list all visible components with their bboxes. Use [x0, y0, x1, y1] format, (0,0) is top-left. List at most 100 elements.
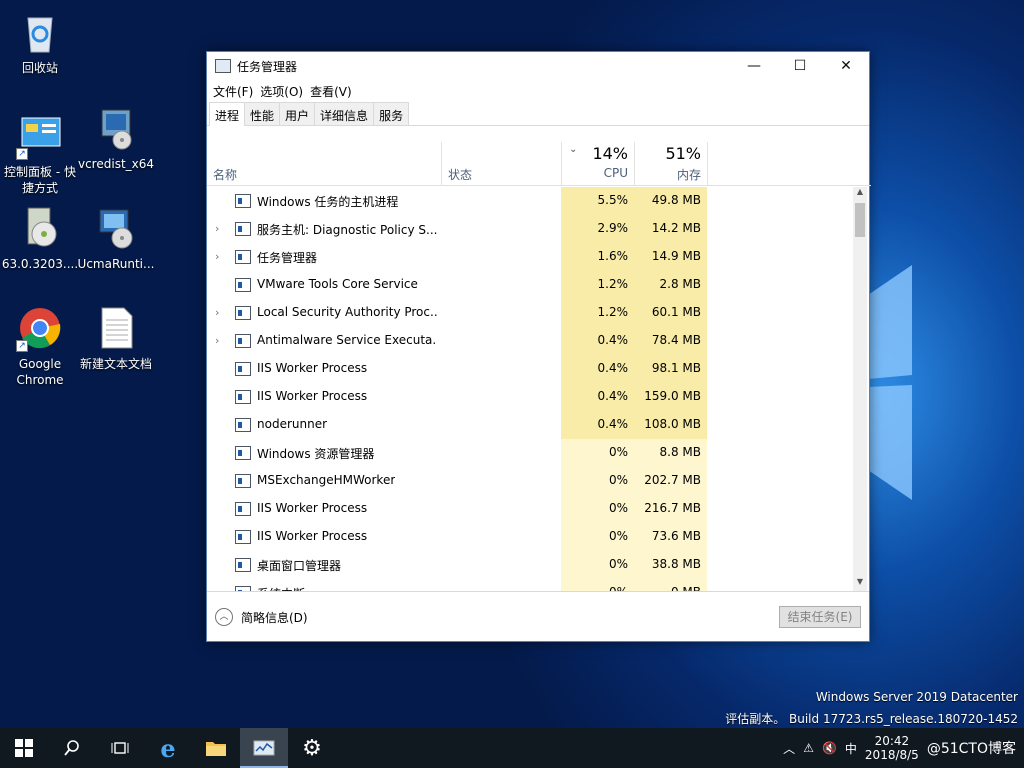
recycle-bin-icon[interactable]: 回收站	[0, 8, 80, 76]
menu-view[interactable]: 查看(V)	[310, 83, 359, 100]
ime-indicator[interactable]: 中	[845, 740, 857, 757]
menu-options[interactable]: 选项(O)	[260, 83, 310, 100]
process-name: noderunner	[257, 417, 328, 431]
fewer-details-button[interactable]: ︿ 简略信息(D)	[215, 608, 308, 626]
task-manager-icon	[253, 740, 275, 756]
process-icon	[235, 446, 251, 460]
process-row[interactable]: noderunner 0.4% 108.0 MB	[207, 411, 857, 439]
process-row[interactable]: IIS Worker Process 0% 216.7 MB	[207, 495, 857, 523]
process-row[interactable]: 桌面窗口管理器 0% 38.8 MB	[207, 551, 857, 579]
tab-users[interactable]: 用户	[279, 102, 316, 125]
scroll-down-icon[interactable]: ▼	[853, 577, 867, 591]
gear-icon: ⚙	[302, 735, 322, 761]
process-row[interactable]: › Antimalware Service Executa... 0.4% 78.4 …	[207, 327, 857, 355]
process-memory: 98.1 MB	[634, 355, 707, 383]
process-cpu: 2.9%	[561, 215, 634, 243]
process-cpu: 1.2%	[561, 299, 634, 327]
control-panel-shortcut[interactable]: ↗ 控制面板 - 快捷方式	[0, 112, 80, 196]
process-cpu: 0.4%	[561, 383, 634, 411]
taskbar: e ⚙ ︿ ⚠ 🔇 中 20:42 2018/8/5 @51CTO博客	[0, 728, 1024, 768]
expand-chevron-icon[interactable]: ›	[215, 306, 219, 319]
process-row[interactable]: IIS Worker Process 0.4% 98.1 MB	[207, 355, 857, 383]
process-cpu: 0%	[561, 495, 634, 523]
process-row[interactable]: 系统中断0%0 MB	[207, 579, 857, 591]
process-cpu: 0.4%	[561, 355, 634, 383]
process-memory: 38.8 MB	[634, 551, 707, 579]
tab-performance[interactable]: 性能	[244, 102, 281, 125]
menu-file[interactable]: 文件(F)	[213, 83, 260, 100]
end-task-button[interactable]: 结束任务(E)	[779, 606, 861, 628]
process-row[interactable]: IIS Worker Process 0.4% 159.0 MB	[207, 383, 857, 411]
internet-explorer-icon: e	[160, 733, 176, 763]
process-name: MSExchangeHMWorker	[257, 473, 396, 487]
column-divider[interactable]	[441, 142, 442, 186]
ucma-runtime-icon[interactable]: UcmaRunti...	[76, 204, 156, 272]
tab-details[interactable]: 详细信息	[314, 102, 375, 125]
chevron-up-icon[interactable]: ︿	[783, 740, 795, 757]
network-warning-icon[interactable]: ⚠	[803, 741, 814, 755]
speaker-muted-icon[interactable]: 🔇	[822, 741, 837, 755]
clock[interactable]: 20:42 2018/8/5	[865, 734, 919, 762]
window-title: 任务管理器	[237, 59, 298, 74]
settings-button[interactable]: ⚙	[288, 728, 336, 768]
minimize-button[interactable]: —	[731, 52, 777, 80]
process-row[interactable]: › 服务主机: Diagnostic Policy S... 2.9% 14.2 MB	[207, 215, 857, 243]
footer-bar: ︿ 简略信息(D) 结束任务(E)	[207, 591, 869, 641]
process-row[interactable]: MSExchangeHMWorker 0% 202.7 MB	[207, 467, 857, 495]
process-name: IIS Worker Process	[257, 529, 368, 543]
process-memory: 8.8 MB	[634, 439, 707, 467]
tab-processes[interactable]: 进程	[209, 102, 246, 126]
column-name[interactable]: 名称	[213, 166, 237, 183]
folder-icon	[206, 742, 226, 756]
process-icon	[235, 222, 251, 236]
expand-chevron-icon[interactable]: ›	[215, 250, 219, 263]
ucma-installer-icon	[92, 204, 140, 252]
column-header: 名称 状态 ⌄ 14% CPU 51% 内存	[207, 142, 871, 186]
process-cpu: 0%	[561, 467, 634, 495]
text-document-icon	[92, 304, 140, 352]
vcredist-icon[interactable]: vcredist_x64	[76, 104, 156, 172]
process-name: 任务管理器	[257, 251, 318, 265]
process-row[interactable]: IIS Worker Process 0% 73.6 MB	[207, 523, 857, 551]
column-cpu[interactable]: ⌄ 14% CPU	[561, 142, 634, 186]
setup-633203-label: 63.0.3203....	[1, 257, 79, 271]
shortcut-arrow-icon: ↗	[16, 148, 28, 160]
process-memory: 216.7 MB	[634, 495, 707, 523]
menu-bar: 文件(F) 选项(O) 查看(V)	[207, 80, 869, 102]
control-panel-icon: ↗	[16, 112, 64, 160]
search-button[interactable]	[48, 728, 96, 768]
chrome-icon: ↗	[16, 304, 64, 352]
scroll-thumb[interactable]	[855, 203, 865, 237]
maximize-button[interactable]: ☐	[777, 52, 823, 80]
process-row[interactable]: VMware Tools Core Service 1.2% 2.8 MB	[207, 271, 857, 299]
process-cpu: 5.5%	[561, 187, 634, 215]
task-manager-taskbar-button[interactable]	[240, 728, 288, 768]
process-row[interactable]: › Local Security Authority Proc... 1.2% 60.…	[207, 299, 857, 327]
google-chrome-shortcut[interactable]: ↗ Google Chrome	[0, 304, 80, 388]
scroll-up-icon[interactable]: ▲	[853, 187, 867, 201]
tab-services[interactable]: 服务	[373, 102, 410, 125]
process-memory: 49.8 MB	[634, 187, 707, 215]
start-button[interactable]	[0, 728, 48, 768]
expand-chevron-icon[interactable]: ›	[215, 222, 219, 235]
process-row[interactable]: Windows 任务的主机进程 5.5% 49.8 MB	[207, 187, 857, 215]
column-memory[interactable]: 51% 内存	[634, 142, 707, 186]
expand-chevron-icon[interactable]: ›	[215, 334, 219, 347]
process-row[interactable]: › 任务管理器 1.6% 14.9 MB	[207, 243, 857, 271]
title-bar[interactable]: 任务管理器 — ☐ ✕	[207, 52, 869, 80]
file-explorer-button[interactable]	[192, 728, 240, 768]
setup-633203-icon[interactable]: 63.0.3203....	[0, 204, 80, 272]
column-divider[interactable]	[707, 142, 708, 186]
vertical-scrollbar[interactable]: ▲ ▼	[853, 187, 867, 591]
process-icon	[235, 474, 251, 488]
column-status[interactable]: 状态	[448, 166, 472, 183]
close-button[interactable]: ✕	[823, 52, 869, 80]
process-icon	[235, 334, 251, 348]
process-row[interactable]: Windows 资源管理器 0% 8.8 MB	[207, 439, 857, 467]
task-view-button[interactable]	[96, 728, 144, 768]
fewer-details-label: 简略信息(D)	[241, 610, 308, 625]
new-text-document-icon[interactable]: 新建文本文档	[76, 304, 156, 372]
process-icon	[235, 502, 251, 516]
new-text-document-label: 新建文本文档	[79, 357, 152, 371]
internet-explorer-button[interactable]: e	[144, 728, 192, 768]
